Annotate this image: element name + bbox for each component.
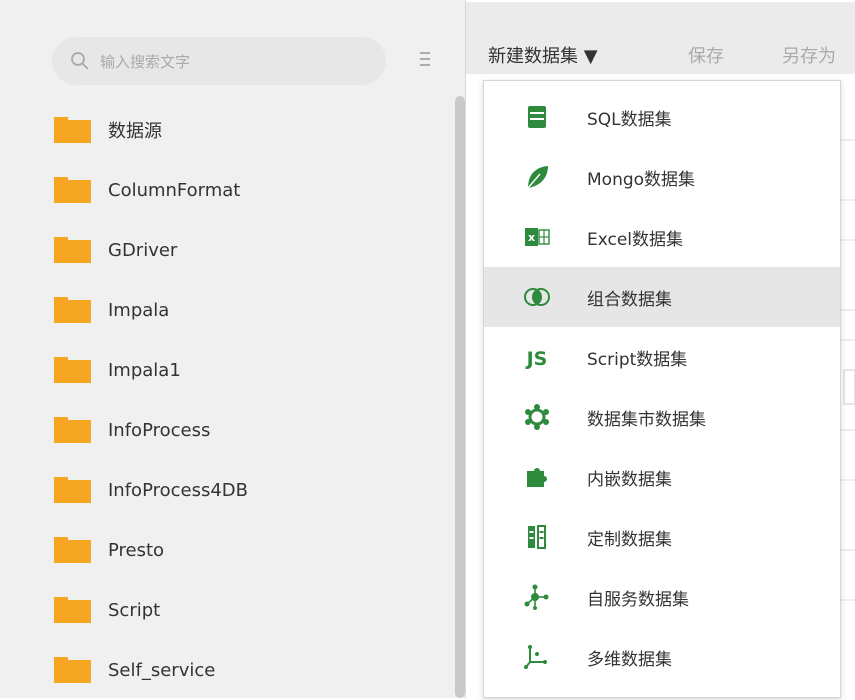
multidim-cube-icon [524,645,547,669]
tree-item-label: Impala [108,299,170,321]
tree-item[interactable]: GDriver [0,220,450,280]
tree-item-label: InfoProcess4DB [108,479,249,501]
folder-icon [54,297,91,323]
tree-item[interactable]: 数据源 [0,100,450,160]
menu-item-custom-dataset[interactable]: 定制数据集 [484,507,840,567]
menu-item-script-dataset[interactable]: JS Script数据集 [484,327,840,387]
mongo-leaf-icon [527,166,548,189]
menu-item-label: Script数据集 [587,350,688,370]
tree-item-label: GDriver [108,239,178,261]
menu-item-mongo-dataset[interactable]: Mongo数据集 [484,147,840,207]
excel-icon: x [525,228,550,246]
save-as-button[interactable]: 另存为 [782,42,836,68]
menu-item-self-service-dataset[interactable]: 自服务数据集 [484,567,840,627]
js-icon: JS [525,348,548,370]
menu-item-multidimensional-dataset[interactable]: 多维数据集 [484,627,840,687]
menu-item-label: 多维数据集 [587,650,672,670]
menu-item-label: 内嵌数据集 [587,470,672,490]
embedded-puzzle-icon [527,468,547,487]
custom-columns-icon [528,525,546,549]
tree-item-label: Impala1 [108,359,181,381]
new-dataset-button[interactable]: 新建数据集 ▼ [488,42,598,68]
tree-item[interactable]: InfoProcess [0,400,450,460]
background-grid-lines [840,139,855,601]
new-dataset-dropdown: SQL数据集 Mongo数据集 x Excel数据集 组合数据集 JS Scri… [483,80,841,698]
combine-circles-icon [524,288,550,306]
tree-item[interactable]: Presto [0,520,450,580]
menu-item-label: Mongo数据集 [587,170,696,190]
menu-item-sql-dataset[interactable]: SQL数据集 [484,87,840,147]
tree-item[interactable]: ColumnFormat [0,160,450,220]
folder-icon [54,597,91,623]
tree-item-label: ColumnFormat [108,179,241,201]
search-box[interactable] [52,37,386,85]
menu-item-datamart-dataset[interactable]: 数据集市数据集 [484,387,840,447]
tree-item[interactable]: Self_service [0,640,450,700]
tree-item-label: 数据源 [108,121,162,142]
tree-item[interactable]: InfoProcess4DB [0,460,450,520]
folder-icon [54,177,91,203]
folder-icon [54,537,91,563]
toolbar: 新建数据集 ▼ 保存 另存为 [466,2,855,74]
folder-icon [54,417,91,443]
folder-icon [54,117,91,143]
self-service-nodes-icon [524,584,549,610]
tree-item-label: Presto [108,539,165,561]
menu-item-label: 定制数据集 [587,530,672,550]
folder-icon [54,657,91,683]
sql-table-icon [528,106,546,128]
save-button[interactable]: 保存 [688,42,724,68]
svg-text:x: x [528,231,535,244]
folder-icon [54,357,91,383]
sidebar: 数据源 ColumnFormat GDriver Impala Impala1 … [0,0,466,698]
menu-item-combined-dataset[interactable]: 组合数据集 [484,267,840,327]
search-icon [71,52,89,70]
tree-item-label: InfoProcess [108,419,211,441]
menu-item-label: 自服务数据集 [587,590,689,610]
menu-item-label: Excel数据集 [587,230,684,250]
folder-icon [54,477,91,503]
sidebar-scrollbar[interactable] [455,96,465,698]
sidebar-menu-icon[interactable] [420,52,430,70]
menu-item-label: 组合数据集 [587,290,672,310]
svg-text:JS: JS [525,348,548,370]
tree-item-label: Script [108,599,161,621]
tree-item-label: Self_service [108,659,216,681]
menu-item-embedded-dataset[interactable]: 内嵌数据集 [484,447,840,507]
search-input[interactable] [98,45,372,79]
menu-item-label: SQL数据集 [587,110,672,130]
folder-icon [54,237,91,263]
menu-item-excel-dataset[interactable]: x Excel数据集 [484,207,840,267]
tree-item[interactable]: Script [0,580,450,640]
datamart-gear-icon [525,404,549,430]
tree-item[interactable]: Impala [0,280,450,340]
menu-item-label: 数据集市数据集 [587,410,706,430]
tree-item[interactable]: Impala1 [0,340,450,400]
